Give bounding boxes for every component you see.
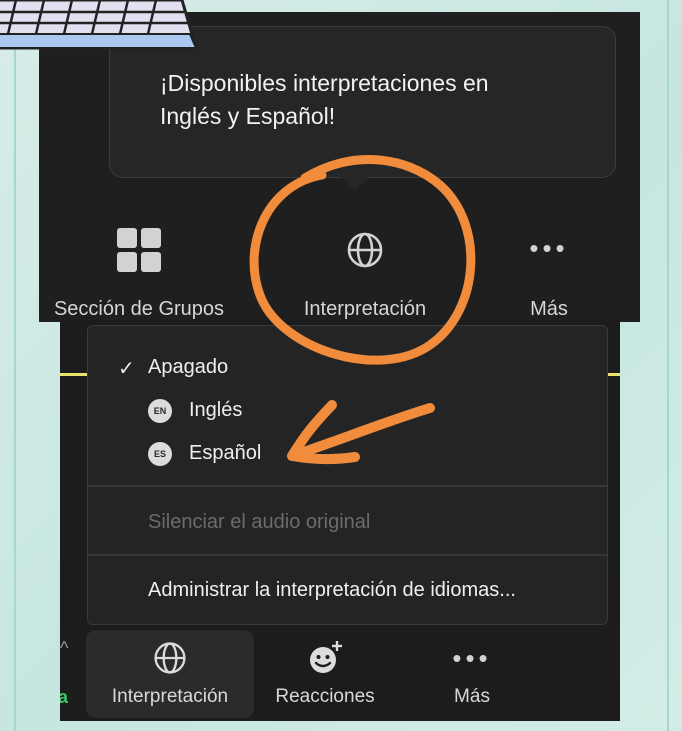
partial-toolbar-label: a (60, 687, 69, 707)
manage-interpretation-label: Administrar la interpretación de idiomas… (148, 579, 516, 601)
mute-original-label: Silenciar el audio original (148, 511, 371, 533)
reactions-label: Reacciones (275, 686, 375, 707)
top-toolbar-panel: ¡Disponibles interpretaciones en Inglés … (39, 12, 640, 322)
bottom-menu-panel: ✓ Apagado EN Inglés ES Español Silenciar… (60, 320, 620, 721)
menu-divider (88, 485, 607, 487)
reactions-button[interactable]: Reacciones (260, 630, 390, 718)
ellipsis-icon: ••• (529, 233, 569, 263)
more-label-bottom: Más (454, 686, 490, 707)
ellipsis-icon: ••• (452, 643, 492, 673)
interpretation-label-bottom: Interpretación (111, 686, 229, 707)
menu-item-spanish-label: Español (189, 442, 262, 464)
more-button-bottom[interactable]: ••• Más (422, 630, 522, 718)
menu-item-english-label: Inglés (189, 399, 243, 421)
chevron-up-icon[interactable]: ^ (60, 638, 68, 659)
globe-icon (347, 232, 383, 268)
interpretation-button-bottom[interactable]: Interpretación (86, 630, 254, 718)
menu-divider (88, 554, 607, 556)
keyboard-sticker-icon (0, 0, 198, 50)
tooltip-text-line2: Inglés y Español! (160, 103, 336, 129)
speaker-highlight-bar (608, 373, 620, 376)
tooltip-text-line1: ¡Disponibles interpretaciones en (160, 70, 489, 96)
globe-icon (154, 642, 186, 674)
es-badge-icon: ES (148, 442, 172, 466)
more-button-top[interactable]: ••• Más (499, 228, 599, 320)
tooltip-arrow (341, 177, 369, 191)
menu-item-off-label: Apagado (148, 356, 229, 378)
interpretation-menu: ✓ Apagado EN Inglés ES Español Silenciar… (87, 325, 608, 625)
smiley-plus-icon (310, 641, 342, 673)
grid-icon (117, 228, 161, 272)
groups-label: Sección de Grupos (53, 298, 225, 320)
interpretation-label-top: Interpretación (303, 298, 427, 320)
more-label-top: Más (530, 298, 568, 320)
interpretation-button-top[interactable]: Interpretación (265, 228, 465, 320)
en-badge-icon: EN (148, 399, 172, 423)
checkmark-icon: ✓ (118, 358, 135, 380)
speaker-highlight-bar (60, 373, 90, 376)
groups-button[interactable]: Sección de Grupos (39, 228, 249, 320)
